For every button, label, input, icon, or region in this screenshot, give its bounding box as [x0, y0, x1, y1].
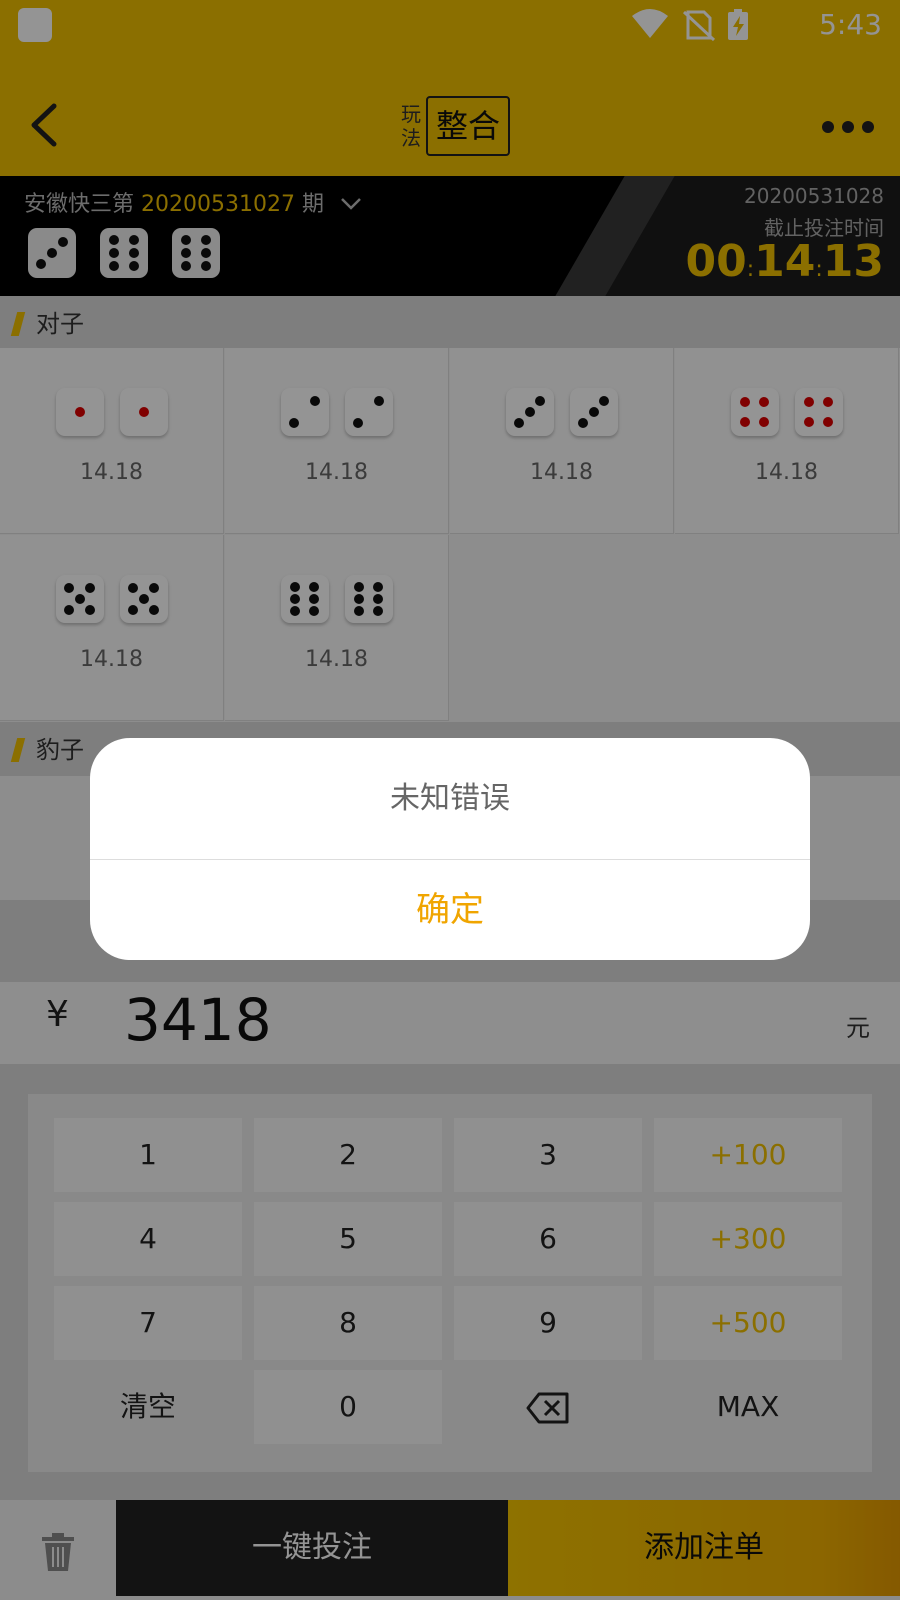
dialog-message: 未知错误: [390, 781, 510, 816]
dialog-confirm-button[interactable]: 确定: [90, 860, 810, 960]
error-dialog: 未知错误 确定: [90, 738, 810, 960]
